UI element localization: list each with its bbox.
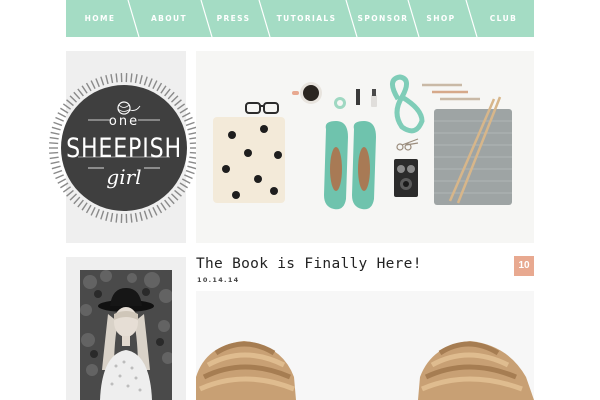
main-nav: HOME ABOUT PRESS TUTORIALS SPONSOR SHOP … xyxy=(66,0,534,37)
logo-tick xyxy=(73,91,81,100)
logo-tick xyxy=(115,213,118,223)
nav-shop[interactable]: SHOP xyxy=(415,0,467,37)
logo-tick xyxy=(81,202,88,211)
logo-tick xyxy=(139,75,143,85)
comment-count-badge[interactable]: 10 xyxy=(514,256,534,276)
logo-tick xyxy=(95,78,100,88)
logo-tick xyxy=(160,85,167,94)
logo-tick xyxy=(105,75,109,85)
nav-sponsor[interactable]: SPONSOR xyxy=(353,0,413,37)
logo-tick xyxy=(152,207,158,216)
logo-tick xyxy=(85,204,92,214)
nav-home[interactable]: HOME xyxy=(72,0,128,37)
logo-tick xyxy=(49,151,59,154)
logo-tick xyxy=(110,212,114,222)
logo-tick xyxy=(176,103,186,110)
logo-tick xyxy=(66,99,74,107)
braided-hair-photo xyxy=(196,291,534,400)
logo-tick xyxy=(115,73,118,83)
hero-flatlay-image[interactable] xyxy=(196,51,534,243)
logo-tick xyxy=(167,91,175,100)
logo-word-one: one xyxy=(108,114,140,129)
logo-tick xyxy=(49,142,59,145)
logo-tick xyxy=(139,211,143,221)
nav-tutorials[interactable]: TUTORIALS xyxy=(267,0,346,37)
logo-tick xyxy=(69,95,78,103)
logo-tick xyxy=(50,131,60,135)
logo-tick xyxy=(62,103,72,110)
post-date: 10.14.14 xyxy=(197,276,240,284)
logo-tick xyxy=(90,80,96,89)
logo-tick xyxy=(148,208,153,218)
logo-tick xyxy=(143,210,148,220)
logo-tick xyxy=(170,95,179,103)
logo-tick xyxy=(85,82,92,92)
post-featured-image[interactable] xyxy=(196,291,534,400)
logo-tick xyxy=(164,199,171,208)
logo-tick xyxy=(73,196,81,205)
flatlay-illustration xyxy=(196,51,534,243)
nav-club[interactable]: CLUB xyxy=(473,0,534,37)
author-portrait-image xyxy=(80,270,172,400)
logo-tick xyxy=(49,136,59,140)
logo-tick xyxy=(49,156,59,160)
logo-tick xyxy=(50,161,60,165)
logo-tick xyxy=(160,202,167,211)
logo-tick xyxy=(66,189,74,197)
logo-tick xyxy=(152,80,158,89)
logo-tick xyxy=(95,208,100,218)
logo-tick xyxy=(174,189,182,197)
nav-press[interactable]: PRESS xyxy=(207,0,260,37)
logo-tick xyxy=(105,211,109,221)
logo-tick xyxy=(130,73,133,83)
logo-tick xyxy=(77,88,84,97)
logo-tick xyxy=(143,76,148,86)
camera-icon xyxy=(394,159,418,197)
logo-tick xyxy=(164,88,171,97)
logo-tick xyxy=(148,78,153,88)
logo-tick xyxy=(170,193,179,201)
logo-tick xyxy=(110,74,114,84)
post-title[interactable]: The Book is Finally Here! xyxy=(196,256,496,272)
logo-tick xyxy=(69,193,78,201)
logo-tick xyxy=(134,212,138,222)
logo-tick xyxy=(156,204,163,214)
logo-tick xyxy=(134,74,138,84)
logo-tick xyxy=(77,199,84,208)
logo-tick xyxy=(100,76,105,86)
logo-tick xyxy=(179,107,188,114)
logo-tick xyxy=(174,99,182,107)
logo-tick xyxy=(90,207,96,216)
logo-word-girl: girl xyxy=(106,165,142,189)
nav-about[interactable]: ABOUT xyxy=(137,0,201,37)
logo-tick xyxy=(60,107,69,114)
logo-tick xyxy=(167,196,175,205)
logo-tick xyxy=(156,82,163,92)
logo-tick xyxy=(81,85,88,94)
logo-word-sheepish: SHEEPISH xyxy=(66,133,182,164)
logo-tick xyxy=(100,210,105,220)
profile-photo[interactable] xyxy=(80,270,172,400)
logo-tick xyxy=(130,213,133,223)
